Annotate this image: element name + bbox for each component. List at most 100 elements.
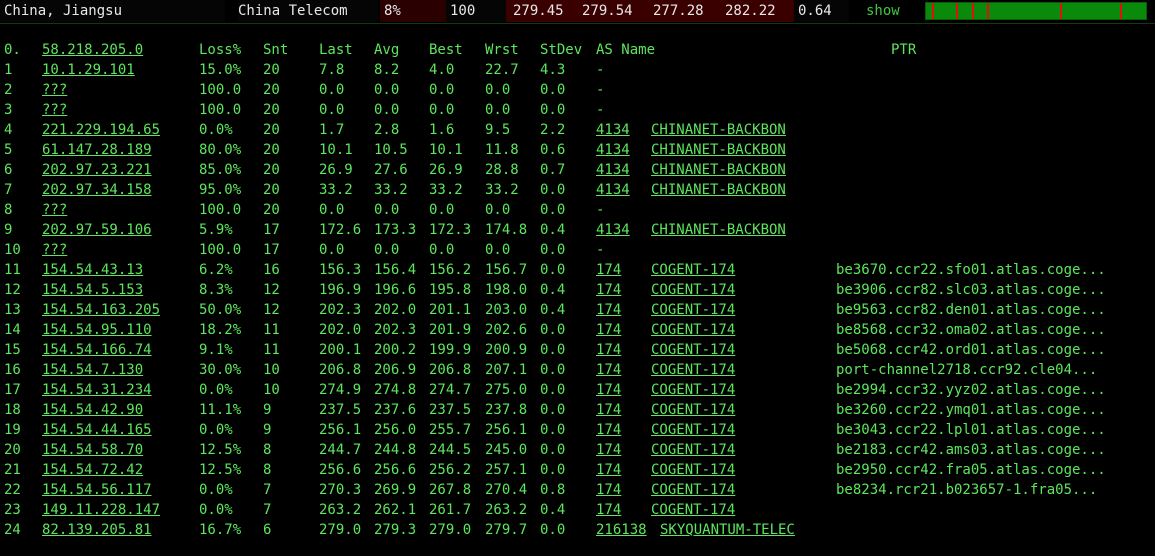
hop-stdev: 0.7 bbox=[540, 162, 566, 178]
hop-host-link[interactable]: 154.54.166.74 bbox=[42, 340, 152, 360]
hop-host-link[interactable]: ??? bbox=[42, 80, 67, 100]
hop-best: 26.9 bbox=[429, 162, 463, 178]
hop-avg: 33.2 bbox=[374, 182, 408, 198]
hop-ptr: port-channel2718.ccr92.cle04... bbox=[836, 362, 1098, 378]
hop-worst: 174.8 bbox=[485, 222, 528, 238]
hop-as-name-link[interactable]: CHINANET-BACKBON bbox=[651, 220, 786, 240]
hop-avg: 27.6 bbox=[374, 162, 408, 178]
hop-avg: 200.2 bbox=[374, 342, 417, 358]
hop-asn-link[interactable]: 4134 bbox=[596, 180, 651, 200]
hop-host-link[interactable]: ??? bbox=[42, 240, 67, 260]
hop-stdev: 2.2 bbox=[540, 122, 566, 138]
hop-asn-link[interactable]: 174 bbox=[596, 340, 651, 360]
latency-history-graph[interactable] bbox=[925, 2, 1147, 20]
hop-host-link[interactable]: 154.54.72.42 bbox=[42, 460, 143, 480]
hop-avg: 0.0 bbox=[374, 202, 400, 218]
hop-asn-link: - bbox=[596, 242, 605, 258]
hop-asn-link[interactable]: 4134 bbox=[596, 160, 651, 180]
hop-last: 0.0 bbox=[319, 82, 345, 98]
summary-avg: 279.54 bbox=[575, 0, 646, 22]
hop-host-link[interactable]: ??? bbox=[42, 200, 67, 220]
hop-as-name-link[interactable]: COGENT-174 bbox=[651, 360, 735, 380]
hop-as-name-link[interactable]: COGENT-174 bbox=[651, 280, 735, 300]
hop-asn-link[interactable]: 4134 bbox=[596, 120, 651, 140]
hop-asn-link: - bbox=[596, 82, 605, 98]
hop-host-link[interactable]: ??? bbox=[42, 100, 67, 120]
hop-as-name-link[interactable]: CHINANET-BACKBON bbox=[651, 180, 786, 200]
loss-tick bbox=[987, 3, 989, 19]
hop-as-name-link[interactable]: COGENT-174 bbox=[651, 300, 735, 320]
hop-worst: 0.0 bbox=[485, 82, 511, 98]
hop-host-link[interactable]: 10.1.29.101 bbox=[42, 60, 135, 80]
hop-asn-link[interactable]: 174 bbox=[596, 380, 651, 400]
hop-as-name-link[interactable]: COGENT-174 bbox=[651, 460, 735, 480]
hop-sent: 6 bbox=[263, 522, 272, 538]
hop-asn-link[interactable]: 174 bbox=[596, 460, 651, 480]
hop-host-link[interactable]: 149.11.228.147 bbox=[42, 500, 160, 520]
summary-bar: China, Jiangsu China Telecom 8% 100 279.… bbox=[0, 0, 1155, 24]
hop-as-name-link[interactable]: COGENT-174 bbox=[651, 420, 735, 440]
hop-avg: 8.2 bbox=[374, 62, 400, 78]
hop-last: 172.6 bbox=[319, 222, 362, 238]
hop-as-name-link[interactable]: COGENT-174 bbox=[651, 500, 735, 520]
hop-host-link[interactable]: 202.97.23.221 bbox=[42, 160, 152, 180]
hop-asn-link[interactable]: 174 bbox=[596, 280, 651, 300]
hop-last: 202.0 bbox=[319, 322, 362, 338]
hop-worst: 9.5 bbox=[485, 122, 511, 138]
hop-host-link[interactable]: 82.139.205.81 bbox=[42, 520, 152, 540]
hop-host-link[interactable]: 154.54.31.234 bbox=[42, 380, 152, 400]
hop-number: 2 bbox=[4, 82, 13, 98]
hop-asn-link[interactable]: 4134 bbox=[596, 140, 651, 160]
hop-asn-link[interactable]: 174 bbox=[596, 420, 651, 440]
hop-as-name-link[interactable]: COGENT-174 bbox=[651, 480, 735, 500]
hop-as-name-link[interactable]: COGENT-174 bbox=[651, 440, 735, 460]
col-header-as: AS Name bbox=[596, 42, 656, 58]
hop-host-link[interactable]: 202.97.34.158 bbox=[42, 180, 152, 200]
hop-as-name-link[interactable]: CHINANET-BACKBON bbox=[651, 140, 786, 160]
hop-as-name-link[interactable]: CHINANET-BACKBON bbox=[651, 160, 786, 180]
hop-host-link[interactable]: 154.54.56.117 bbox=[42, 480, 152, 500]
hop-sent: 20 bbox=[263, 82, 280, 98]
hop-asn-link[interactable]: 174 bbox=[596, 480, 651, 500]
hop-as-name-link[interactable]: SKYQUANTUM-TELEC bbox=[660, 520, 795, 540]
hop-host-link[interactable]: 154.54.42.90 bbox=[42, 400, 143, 420]
hop-asn-link[interactable]: 174 bbox=[596, 400, 651, 420]
hop-as-name-link[interactable]: COGENT-174 bbox=[651, 380, 735, 400]
hop-best: 0.0 bbox=[429, 102, 455, 118]
hop-asn-link[interactable]: 174 bbox=[596, 360, 651, 380]
hop-host-link[interactable]: 154.54.58.70 bbox=[42, 440, 143, 460]
hop-best: 255.7 bbox=[429, 422, 472, 438]
hop-asn-link[interactable]: 216138 bbox=[596, 520, 660, 540]
show-link[interactable]: show bbox=[866, 0, 900, 22]
hop-number: 10 bbox=[4, 242, 21, 258]
hop-avg: 279.3 bbox=[374, 522, 417, 538]
source-host-link[interactable]: 58.218.205.0 bbox=[42, 40, 143, 60]
hop-host-link[interactable]: 154.54.43.13 bbox=[42, 260, 143, 280]
hop-number: 8 bbox=[4, 202, 13, 218]
hop-host-link[interactable]: 154.54.95.110 bbox=[42, 320, 152, 340]
hop-sent: 20 bbox=[263, 62, 280, 78]
hop-asn-link[interactable]: 174 bbox=[596, 300, 651, 320]
hop-as-name-link[interactable]: COGENT-174 bbox=[651, 400, 735, 420]
hop-ptr: be3043.ccr22.lpl01.atlas.coge... bbox=[836, 422, 1106, 438]
hop-asn-link[interactable]: 174 bbox=[596, 500, 651, 520]
hop-asn-link[interactable]: 174 bbox=[596, 260, 651, 280]
hop-host-link[interactable]: 61.147.28.189 bbox=[42, 140, 152, 160]
hop-asn-link[interactable]: 4134 bbox=[596, 220, 651, 240]
hop-best: 201.9 bbox=[429, 322, 472, 338]
hop-asn-link[interactable]: 174 bbox=[596, 440, 651, 460]
hop-host-link[interactable]: 154.54.163.205 bbox=[42, 300, 160, 320]
hop-as-name-link[interactable]: CHINANET-BACKBON bbox=[651, 120, 786, 140]
hop-host-link[interactable]: 221.229.194.65 bbox=[42, 120, 160, 140]
hop-as-name-link[interactable]: COGENT-174 bbox=[651, 340, 735, 360]
hop-host-link[interactable]: 154.54.44.165 bbox=[42, 420, 152, 440]
hop-as-name-link[interactable]: COGENT-174 bbox=[651, 260, 735, 280]
col-hop-start: 0. bbox=[4, 42, 21, 58]
hop-host-link[interactable]: 154.54.5.153 bbox=[42, 280, 143, 300]
hop-asn-link[interactable]: 174 bbox=[596, 320, 651, 340]
hop-last: 202.3 bbox=[319, 302, 362, 318]
hop-host-link[interactable]: 202.97.59.106 bbox=[42, 220, 152, 240]
hop-best: 156.2 bbox=[429, 262, 472, 278]
hop-host-link[interactable]: 154.54.7.130 bbox=[42, 360, 143, 380]
hop-as-name-link[interactable]: COGENT-174 bbox=[651, 320, 735, 340]
